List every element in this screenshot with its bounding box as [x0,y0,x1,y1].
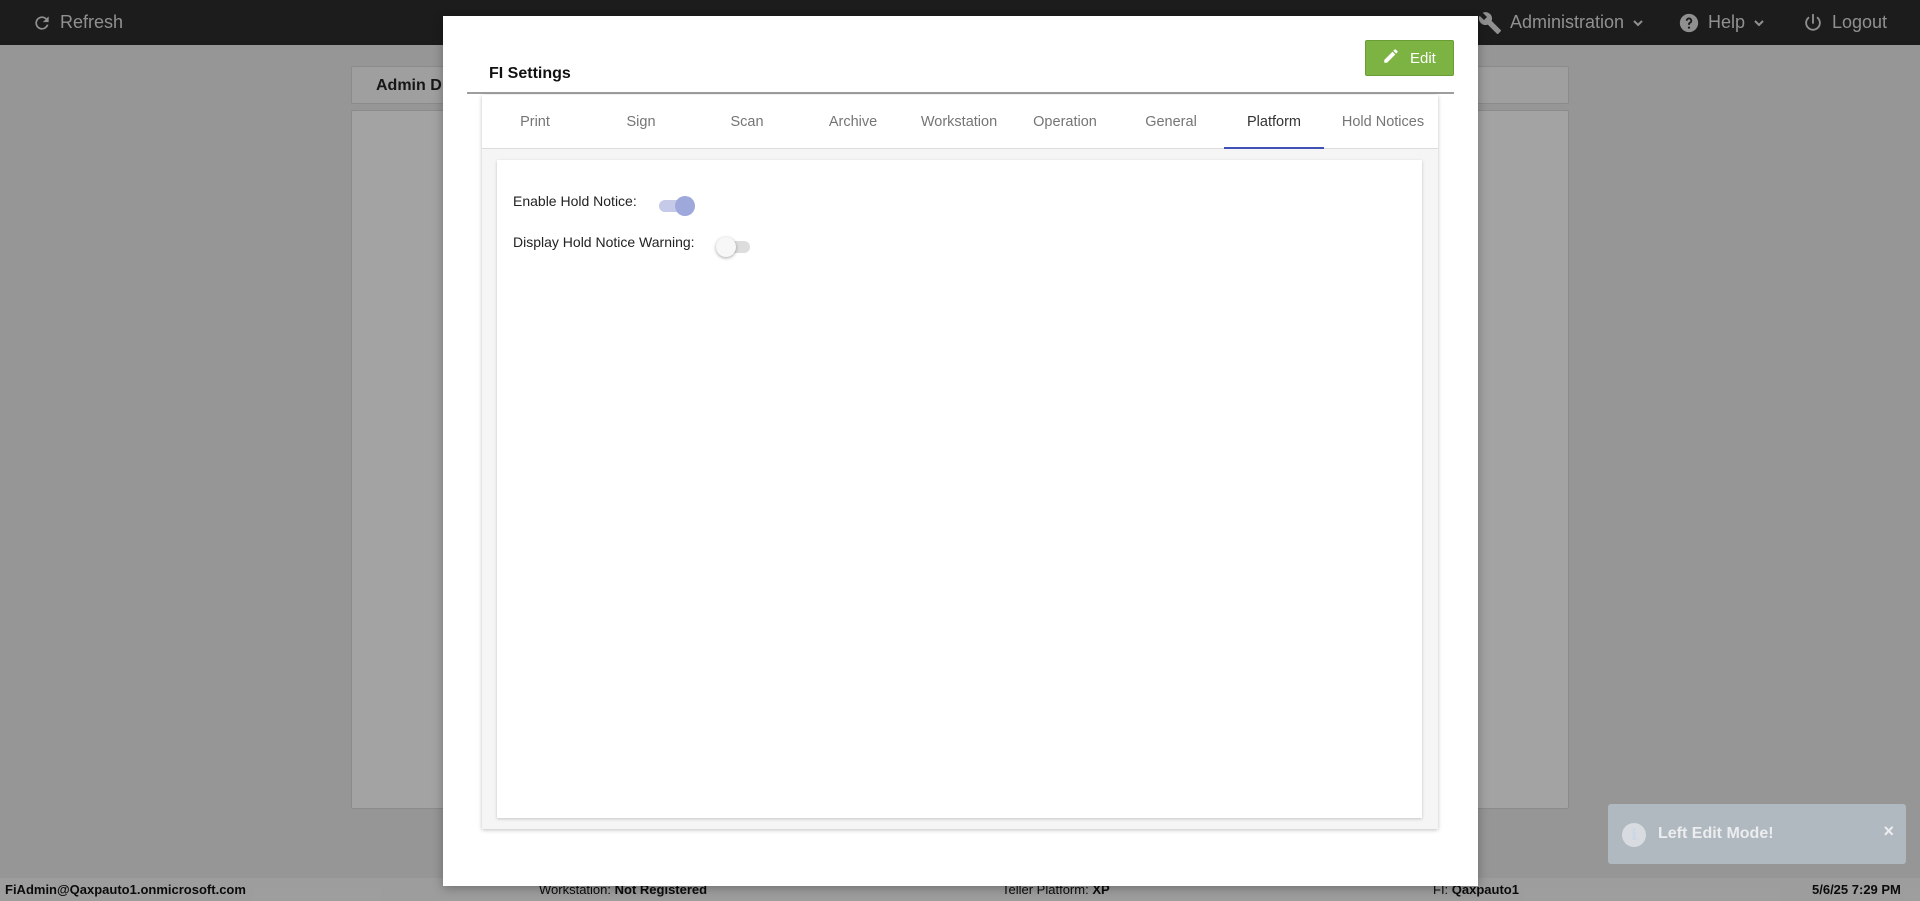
toast-message: Left Edit Mode! [1658,825,1774,842]
tab-scan[interactable]: Scan [694,95,800,149]
tab-platform[interactable]: Platform [1224,95,1324,149]
toggle-thumb [675,196,695,216]
display-hold-notice-warning-toggle[interactable] [716,236,752,257]
tab-operation[interactable]: Operation [1012,95,1118,149]
dialog-title: FI Settings [489,65,571,82]
tab-workstation[interactable]: Workstation [906,95,1012,149]
display-hold-notice-warning-label: Display Hold Notice Warning: [513,234,695,250]
platform-settings-panel: Enable Hold Notice: Display Hold Notice … [497,160,1422,818]
enable-hold-notice-label: Enable Hold Notice: [513,193,637,209]
pencil-icon [1382,47,1400,69]
fi-settings-dialog: FI Settings Edit Print Sign Scan Archive… [443,16,1478,886]
tab-general[interactable]: General [1118,95,1224,149]
toast-notification: i Left Edit Mode! × [1608,804,1906,864]
edit-button[interactable]: Edit [1365,40,1454,76]
info-icon: i [1622,823,1646,847]
toggle-thumb [716,237,736,257]
tab-sign[interactable]: Sign [588,95,694,149]
dialog-header: FI Settings [467,40,1454,94]
settings-tabs: Print Sign Scan Archive Workstation Oper… [482,95,1438,149]
tab-archive[interactable]: Archive [800,95,906,149]
enable-hold-notice-toggle[interactable] [657,195,695,216]
tab-hold-notices[interactable]: Hold Notices [1328,95,1438,149]
settings-card: Print Sign Scan Archive Workstation Oper… [482,95,1438,829]
edit-label: Edit [1410,49,1436,67]
tab-print[interactable]: Print [482,95,588,149]
close-icon[interactable]: × [1883,821,1894,842]
